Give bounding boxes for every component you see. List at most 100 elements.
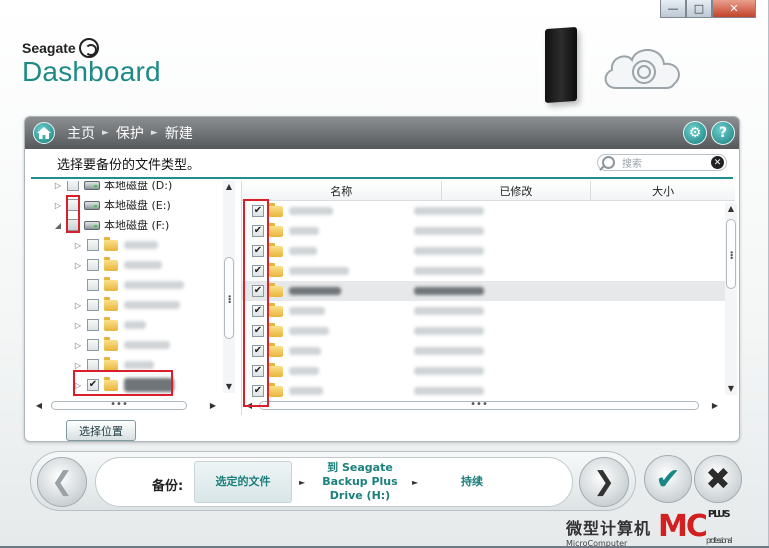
list-item[interactable] xyxy=(242,261,735,281)
hard-disk-icon xyxy=(84,181,100,190)
folder-icon xyxy=(269,202,283,217)
list-item[interactable] xyxy=(242,241,735,261)
chevron-right-icon: ❯ xyxy=(593,467,615,497)
minimize-button[interactable]: — xyxy=(660,0,686,18)
expand-arrow-icon[interactable]: ▷ xyxy=(73,321,83,330)
scroll-down-icon[interactable]: ▼ xyxy=(223,381,235,393)
choose-location-button[interactable]: 选择位置 xyxy=(66,420,136,441)
folder-icon xyxy=(269,262,283,277)
step-destination[interactable]: 到 Seagate Backup Plus Drive (H:) xyxy=(312,461,408,503)
expand-arrow-icon[interactable]: ▷ xyxy=(73,301,83,310)
column-size[interactable]: 大小 xyxy=(591,181,735,200)
scroll-down-icon[interactable]: ▼ xyxy=(725,383,737,395)
folder-checkbox[interactable] xyxy=(87,259,99,271)
divider xyxy=(31,177,733,179)
expand-arrow-icon[interactable]: ▷ xyxy=(73,261,83,270)
cancel-button[interactable]: ✖ xyxy=(694,455,742,503)
expand-arrow-icon[interactable]: ▷ xyxy=(53,181,63,190)
date-redacted xyxy=(414,207,484,215)
folder-icon xyxy=(269,222,283,237)
brand-product: Dashboard xyxy=(22,56,161,87)
folder-icon xyxy=(269,302,283,317)
breadcrumb-item-home[interactable]: 主页 xyxy=(67,123,95,143)
file-name-redacted xyxy=(289,327,329,335)
tree-row-folder[interactable]: ▷ xyxy=(33,295,239,315)
tree-row-folder[interactable]: ▷ xyxy=(33,315,239,335)
file-name-redacted xyxy=(289,307,325,315)
list-item[interactable] xyxy=(242,341,735,361)
file-name-redacted xyxy=(289,347,321,355)
folder-icon xyxy=(269,282,283,297)
search-input[interactable]: 搜索 ✕ xyxy=(597,154,727,171)
drive-e-label: 本地磁盘 (E:) xyxy=(104,199,171,212)
tree-row-drive-e[interactable]: ▷ 本地磁盘 (E:) xyxy=(33,195,239,215)
folder-icon xyxy=(104,336,118,351)
list-item[interactable] xyxy=(242,361,735,381)
column-modified[interactable]: 已修改 xyxy=(442,181,592,200)
maximize-button[interactable]: □ xyxy=(686,0,712,18)
tree-row-drive-f[interactable]: ◢ 本地磁盘 (F:) xyxy=(33,215,239,235)
expand-arrow-icon[interactable]: ▷ xyxy=(53,201,63,210)
folder-checkbox[interactable] xyxy=(87,299,99,311)
list-item[interactable] xyxy=(242,221,735,241)
scroll-thumb[interactable]: ••• xyxy=(51,400,187,410)
tree-row-folder[interactable]: ▷ xyxy=(33,335,239,355)
external-drive-icon xyxy=(545,26,577,104)
expand-arrow-icon[interactable]: ▷ xyxy=(73,361,83,370)
help-button[interactable]: ? xyxy=(711,121,735,145)
collapse-arrow-icon[interactable]: ◢ xyxy=(53,221,63,230)
list-item[interactable] xyxy=(242,321,735,341)
list-item[interactable] xyxy=(242,381,735,401)
scroll-up-icon[interactable]: ▲ xyxy=(223,181,235,193)
seagate-logo-icon xyxy=(78,38,99,58)
maximize-icon: □ xyxy=(693,2,705,15)
folder-checkbox[interactable] xyxy=(87,319,99,331)
close-button[interactable]: ✕ xyxy=(712,0,756,18)
settings-button[interactable]: ⚙ xyxy=(683,121,707,145)
close-icon: ✖ xyxy=(705,461,731,497)
home-button[interactable] xyxy=(33,122,55,144)
tree-row-drive-d[interactable]: ▷ 本地磁盘 (D:) xyxy=(33,181,239,195)
scroll-right-icon[interactable]: ▶ xyxy=(709,401,721,410)
scroll-thumb[interactable]: ••• xyxy=(224,257,234,339)
folder-icon xyxy=(269,342,283,357)
folder-icon xyxy=(104,236,118,251)
header-actions: ⚙ ? xyxy=(683,121,735,145)
confirm-button[interactable]: ✔ xyxy=(644,455,692,503)
next-button[interactable]: ❯ xyxy=(579,457,629,507)
list-vertical-scrollbar[interactable]: ▲ ••• ▼ xyxy=(725,203,737,395)
tree-row-folder[interactable]: ▷ xyxy=(33,235,239,255)
list-item[interactable] xyxy=(242,201,735,221)
cloud-icon xyxy=(604,49,680,89)
expand-arrow-icon[interactable]: ▷ xyxy=(73,241,83,250)
scroll-thumb[interactable]: ••• xyxy=(259,400,699,410)
scroll-left-icon[interactable]: ◀ xyxy=(33,401,45,410)
breadcrumb-item-protect[interactable]: 保护 xyxy=(116,123,144,143)
column-name[interactable]: 名称 xyxy=(242,181,442,200)
scroll-thumb[interactable]: ••• xyxy=(726,219,736,289)
tree-row-folder[interactable] xyxy=(33,275,239,295)
folder-checkbox[interactable] xyxy=(87,279,99,291)
tree-horizontal-scrollbar[interactable]: ◀ ••• ▶ xyxy=(33,399,219,411)
file-name-redacted xyxy=(289,227,319,235)
scroll-right-icon[interactable]: ▶ xyxy=(207,401,219,410)
tree-vertical-scrollbar[interactable]: ▲ ••• ▼ xyxy=(223,181,235,393)
list-item[interactable] xyxy=(242,301,735,321)
drive-d-checkbox[interactable] xyxy=(67,181,79,191)
list-horizontal-scrollbar[interactable]: ◀ ••• ▶ xyxy=(243,399,721,411)
folder-name-redacted xyxy=(124,261,162,269)
expand-arrow-icon[interactable]: ▷ xyxy=(73,341,83,350)
folder-checkbox[interactable] xyxy=(87,339,99,351)
back-button[interactable]: ❮ xyxy=(37,457,87,507)
wizard-label: 备份: xyxy=(152,479,184,494)
tree-row-folder[interactable]: ▷ xyxy=(33,255,239,275)
breadcrumb-item-new: 新建 xyxy=(164,126,193,142)
folder-checkbox[interactable] xyxy=(87,239,99,251)
step-selected-files[interactable]: 选定的文件 xyxy=(194,461,292,503)
scroll-up-icon[interactable]: ▲ xyxy=(725,203,737,215)
chevron-right-icon: ► xyxy=(150,128,158,138)
step-continuous[interactable]: 持续 xyxy=(436,461,508,503)
chevron-right-icon: ► xyxy=(102,128,109,138)
list-item-selected[interactable] xyxy=(242,281,735,301)
clear-search-icon[interactable]: ✕ xyxy=(711,156,724,169)
